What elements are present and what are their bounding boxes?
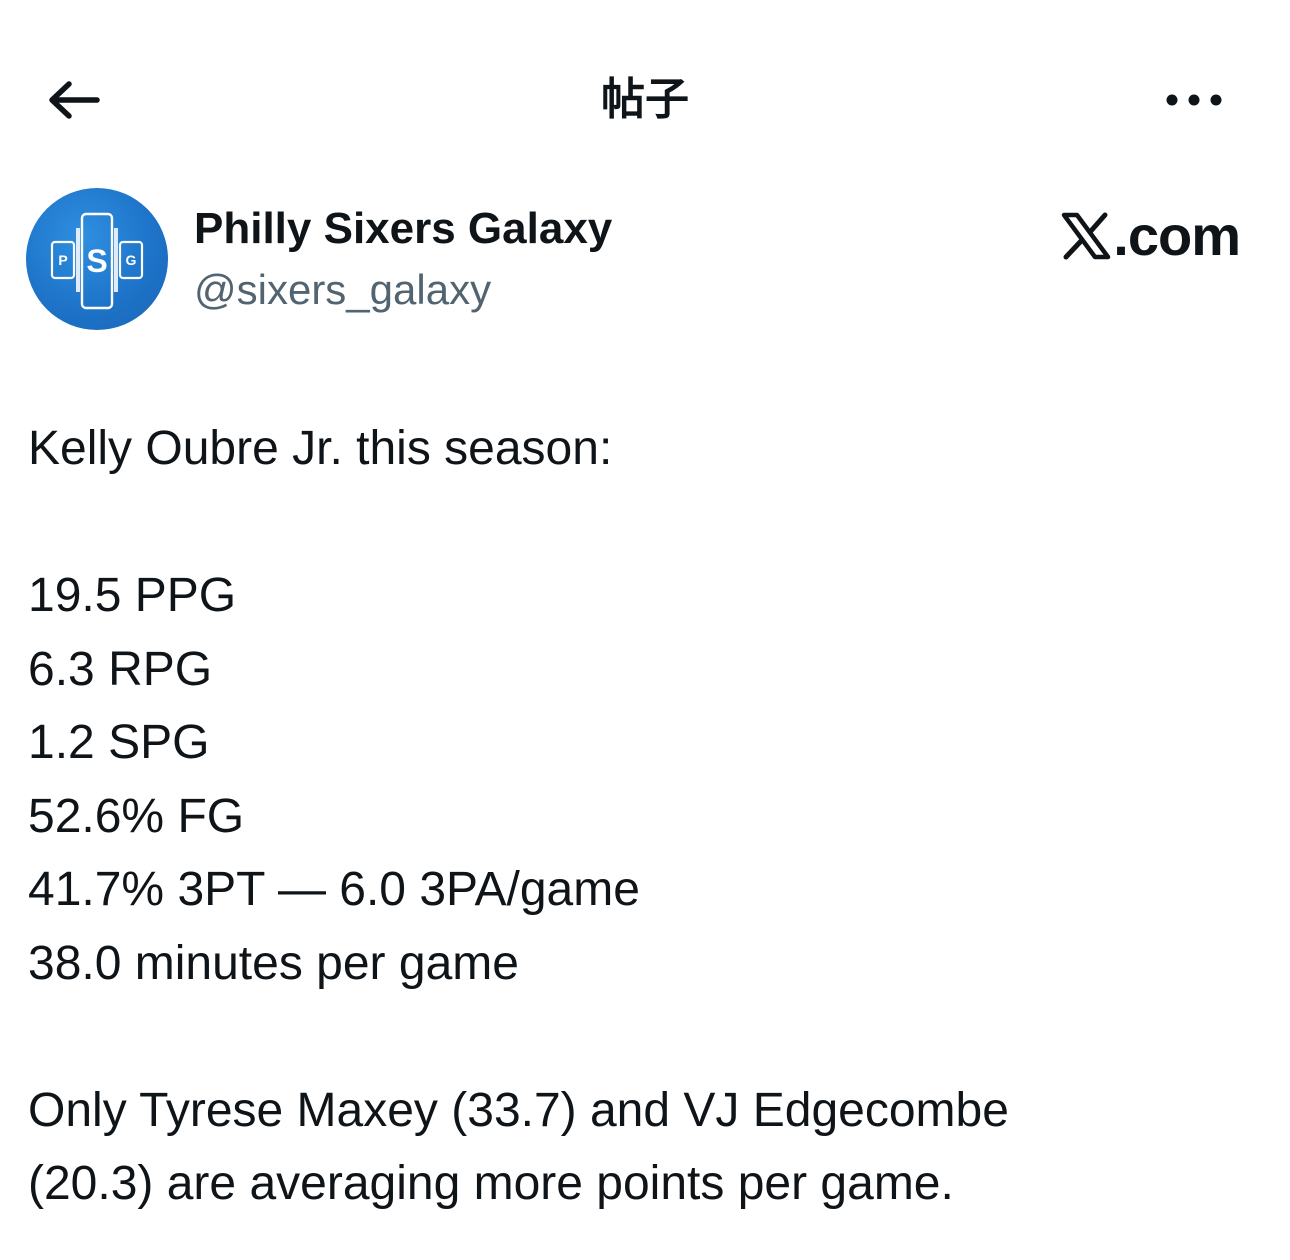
- author-handle[interactable]: @sixers_galaxy: [194, 264, 491, 316]
- page-title: 帖子: [601, 74, 689, 125]
- avatar-letter-s: S: [86, 243, 107, 279]
- author-row: P S G Philly Sixers Galaxy @sixers_galax…: [0, 186, 1290, 331]
- post-line: Only Tyrese Maxey (33.7) and VJ Edgecomb…: [28, 1083, 1009, 1137]
- post-line: (20.3) are averaging more points per gam…: [28, 1157, 954, 1210]
- post-text: Kelly Oubre Jr. this season: 19.5 PPG 6.…: [28, 412, 1258, 1221]
- post-line-blank: [28, 486, 1258, 560]
- more-horizontal-icon: [1166, 94, 1222, 106]
- post-line-blank: [28, 1000, 1258, 1074]
- author-display-name[interactable]: Philly Sixers Galaxy: [194, 202, 612, 256]
- top-bar: 帖子: [0, 40, 1290, 160]
- x-logo-icon: [1062, 212, 1111, 260]
- post-line: 52.6% FG: [28, 789, 245, 843]
- avatar-letter-p: P: [58, 252, 67, 268]
- avatar[interactable]: P S G: [26, 188, 168, 330]
- x-com-watermark: .com: [1061, 204, 1241, 267]
- post-line: 19.5 PPG: [28, 569, 237, 622]
- post-line: 6.3 RPG: [28, 642, 213, 696]
- post-line: 38.0 minutes per game: [28, 936, 519, 990]
- post-line: 41.7% 3PT — 6.0 3PA/game: [28, 863, 640, 916]
- watermark-text: .com: [1113, 204, 1241, 267]
- avatar-letter-g: G: [126, 252, 137, 268]
- post-line: Kelly Oubre Jr. this season:: [28, 422, 613, 475]
- post-line: 1.2 SPG: [28, 716, 210, 769]
- psg-logo-icon: P S G: [50, 212, 144, 310]
- more-options-button[interactable]: [1156, 62, 1232, 138]
